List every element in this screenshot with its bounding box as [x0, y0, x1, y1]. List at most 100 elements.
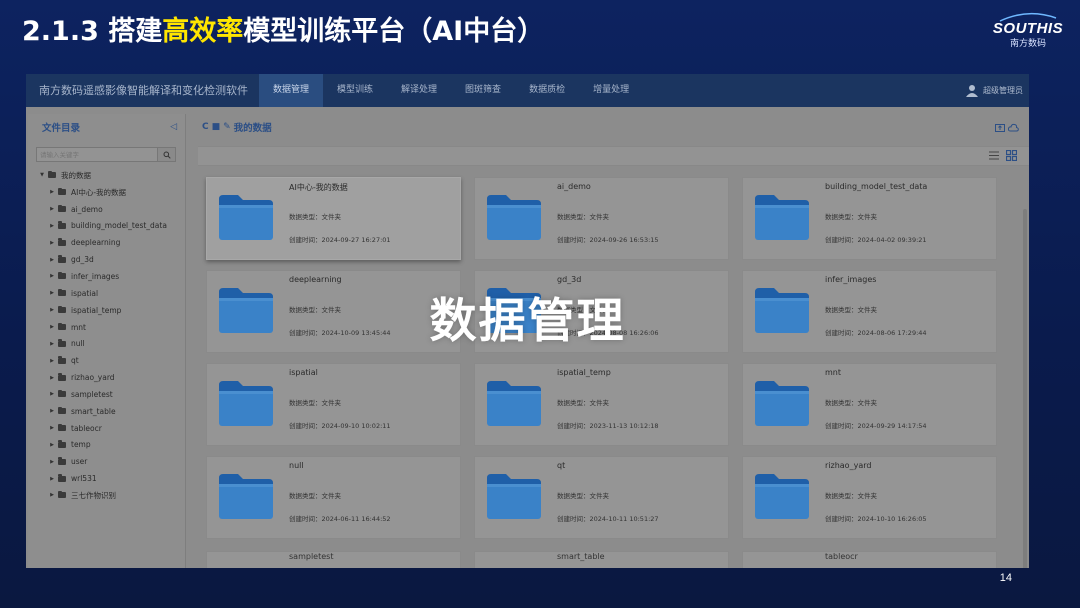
search-button[interactable] — [158, 147, 176, 162]
tree-item-label: ai_demo — [71, 204, 103, 214]
tree-item[interactable]: ▶ AI中心-我的数据 — [28, 184, 185, 201]
expand-icon[interactable]: ▶ — [48, 223, 56, 229]
tree-item[interactable]: ▶ building_model_test_data — [28, 218, 185, 235]
expand-icon[interactable]: ▼ — [38, 172, 46, 178]
folder-icon — [487, 195, 541, 240]
folder-card-partial[interactable]: smart_table — [474, 551, 729, 568]
folder-icon — [219, 474, 273, 519]
nav-tab[interactable]: 图斑筛查 — [451, 74, 515, 107]
folder-card[interactable]: infer_images 数据类型：文件夹 创建时间：2024-08-06 17:2… — [742, 270, 997, 353]
expand-icon[interactable]: ▶ — [48, 307, 56, 313]
folder-card[interactable]: deeplearning 数据类型：文件夹 创建时间：2024-10-09 13:4… — [206, 270, 461, 353]
folder-name: gd_3d — [557, 275, 582, 284]
tree-item[interactable]: ▶ temp — [28, 437, 185, 454]
time-value: 2024-09-10 10:02:11 — [321, 422, 391, 430]
tree-item[interactable]: ▶ tableocr — [28, 420, 185, 437]
tree-item[interactable]: ▶ 三七作物识别 — [28, 487, 185, 504]
type-label: 数据类型： — [557, 306, 590, 314]
tree-item[interactable]: ▶ null — [28, 335, 185, 352]
folder-card-partial[interactable]: sampletest — [206, 551, 461, 568]
collapse-icon[interactable]: ◁ — [170, 122, 177, 132]
folder-card[interactable]: ispatial_temp 数据类型：文件夹 创建时间：2023-11-13 10:… — [474, 363, 729, 446]
folder-card[interactable]: null 数据类型：文件夹 创建时间：2024-06-11 16:44:52 — [206, 456, 461, 539]
nav-tab[interactable]: 数据管理 — [259, 74, 324, 107]
folder-type: 数据类型：文件夹 — [557, 304, 609, 314]
expand-icon[interactable]: ▶ — [48, 240, 56, 246]
search-input[interactable] — [36, 147, 158, 162]
title-part-2: 模型训练平台（AI中台） — [243, 16, 545, 47]
folder-icon — [58, 474, 66, 482]
expand-icon[interactable]: ▶ — [48, 459, 56, 465]
folder-card-partial[interactable]: tableocr — [742, 551, 997, 568]
refresh-icon[interactable]: C — [202, 122, 209, 132]
title-part-1: 2.1.3 搭建 — [22, 16, 163, 47]
folder-card[interactable]: AI中心-我的数据 数据类型：文件夹 创建时间：2024-09-27 16:27:0… — [206, 177, 461, 260]
tree-item-label: gd_3d — [71, 255, 94, 265]
folder-name: deeplearning — [289, 275, 342, 284]
tree-item[interactable]: ▶ ai_demo — [28, 201, 185, 218]
tree-item[interactable]: ▶ sampletest — [28, 386, 185, 403]
nav-tab[interactable]: 数据质检 — [515, 74, 579, 107]
tree-item[interactable]: ▶ gd_3d — [28, 251, 185, 268]
title-highlight: 高效率 — [162, 16, 244, 47]
folder-card[interactable]: gd_3d 数据类型：文件夹 创建时间：2024-08-08 16:26:06 — [474, 270, 729, 353]
folder-card[interactable]: mnt 数据类型：文件夹 创建时间：2024-09-29 14:17:54 — [742, 363, 997, 446]
tree-item[interactable]: ▶ infer_images — [28, 268, 185, 285]
folder-icon — [58, 238, 66, 246]
folder-card[interactable]: qt 数据类型：文件夹 创建时间：2024-10-11 10:51:27 — [474, 456, 729, 539]
scrollbar[interactable] — [1023, 209, 1027, 568]
nav-tab[interactable]: 解译处理 — [387, 74, 451, 107]
tree-item[interactable]: ▶ smart_table — [28, 403, 185, 420]
type-value: 文件夹 — [857, 492, 878, 500]
folder-type: 数据类型：文件夹 — [825, 397, 877, 407]
expand-icon[interactable]: ▶ — [48, 324, 56, 330]
expand-icon[interactable]: ▶ — [48, 189, 56, 195]
folder-name: ispatial_temp — [557, 368, 611, 377]
edit-icon[interactable]: ✎ — [223, 122, 231, 132]
expand-icon[interactable]: ▶ — [48, 290, 56, 296]
expand-icon[interactable]: ▶ — [48, 206, 56, 212]
tree-item[interactable]: ▶ wrl531 — [28, 470, 185, 487]
tree-item[interactable]: ▶ ispatial_temp — [28, 302, 185, 319]
folder-type: 数据类型：文件夹 — [289, 211, 341, 221]
expand-icon[interactable]: ▶ — [48, 408, 56, 414]
expand-icon[interactable]: ▶ — [48, 425, 56, 431]
user-menu[interactable]: 超级管理员 — [966, 74, 1023, 107]
type-label: 数据类型： — [825, 213, 858, 221]
tree-item-label: ispatial — [71, 288, 99, 298]
folder-created-time: 创建时间：2024-09-10 10:02:11 — [289, 420, 391, 430]
list-view-icon[interactable] — [988, 150, 1000, 161]
tree-item-label: deeplearning — [71, 238, 121, 248]
expand-icon[interactable]: ▶ — [48, 492, 56, 498]
tree-item[interactable]: ▶ ispatial — [28, 285, 185, 302]
tree-item[interactable]: ▶ qt — [28, 352, 185, 369]
app-header: 南方数码遥感影像智能解译和变化检测软件 数据管理 模型训练 解译处理 图斑筛查 数据质检… — [26, 74, 1029, 107]
tree-item-label: ispatial_temp — [71, 305, 122, 315]
folder-up-icon[interactable]: ■ — [212, 122, 221, 132]
nav-tab[interactable]: 模型训练 — [323, 74, 387, 107]
tree-item[interactable]: ▶ rizhao_yard — [28, 369, 185, 386]
folder-name: infer_images — [825, 275, 877, 284]
cloud-upload-icon[interactable] — [1008, 123, 1019, 132]
expand-icon[interactable]: ▶ — [48, 476, 56, 482]
expand-icon[interactable]: ▶ — [48, 391, 56, 397]
tree-item[interactable]: ▶ user — [28, 453, 185, 470]
nav-tab[interactable]: 增量处理 — [579, 74, 643, 107]
time-value: 2024-09-29 14:17:54 — [857, 422, 927, 430]
folder-card[interactable]: building_model_test_data 数据类型：文件夹 创建时间：202… — [742, 177, 997, 260]
expand-icon[interactable]: ▶ — [48, 273, 56, 279]
expand-icon[interactable]: ▶ — [48, 257, 56, 263]
upload-folder-icon[interactable] — [995, 123, 1005, 132]
tree-root[interactable]: ▼ 我的数据 — [28, 167, 185, 184]
time-label: 创建时间： — [557, 422, 590, 430]
folder-card[interactable]: ispatial 数据类型：文件夹 创建时间：2024-09-10 10:02:11 — [206, 363, 461, 446]
expand-icon[interactable]: ▶ — [48, 358, 56, 364]
folder-card[interactable]: rizhao_yard 数据类型：文件夹 创建时间：2024-10-10 16:26… — [742, 456, 997, 539]
expand-icon[interactable]: ▶ — [48, 375, 56, 381]
tree-item[interactable]: ▶ mnt — [28, 319, 185, 336]
expand-icon[interactable]: ▶ — [48, 341, 56, 347]
grid-view-icon[interactable] — [1006, 150, 1017, 161]
tree-item[interactable]: ▶ deeplearning — [28, 234, 185, 251]
expand-icon[interactable]: ▶ — [48, 442, 56, 448]
folder-card[interactable]: ai_demo 数据类型：文件夹 创建时间：2024-09-26 16:53:15 — [474, 177, 729, 260]
